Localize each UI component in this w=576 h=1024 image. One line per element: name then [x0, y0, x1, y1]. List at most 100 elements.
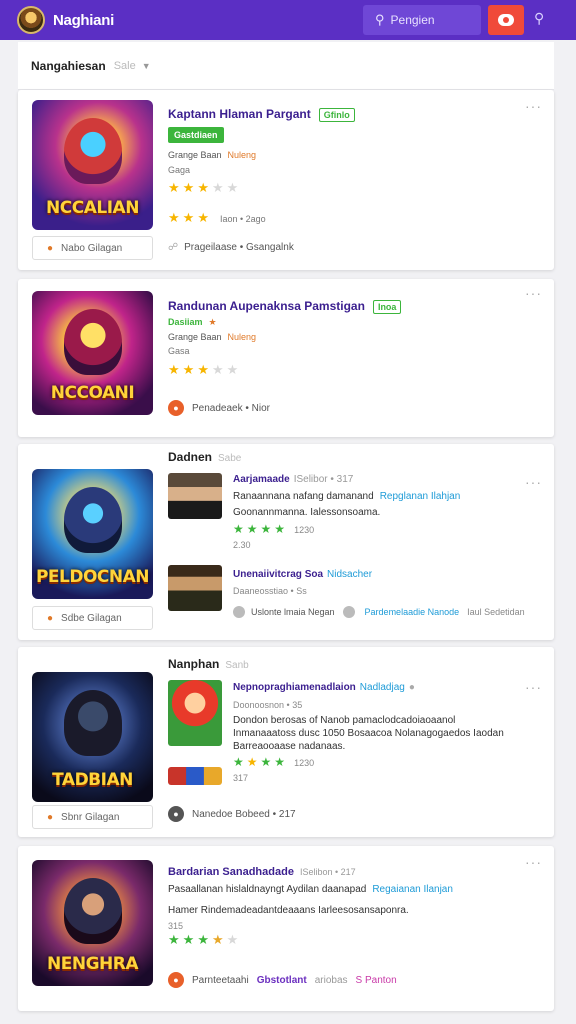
more-icon[interactable]: ··· — [525, 285, 542, 301]
thumbnail-title: NCCOANI — [50, 383, 135, 403]
section-subtitle: Sanb — [225, 660, 249, 671]
tag-badge: Gfinlo — [318, 107, 355, 122]
item-line-text: Pasaallanan hislaldnayngt Aydilan daanap… — [168, 884, 367, 895]
person-thumbnail[interactable] — [168, 565, 222, 611]
more-icon[interactable]: ··· — [525, 98, 542, 114]
mini-thumbnails — [168, 767, 222, 785]
card-footer: ● Nanedoe Bobeed • 217 — [168, 806, 296, 822]
rating-count: 1230 — [294, 758, 315, 768]
game-thumbnail[interactable]: PELDOCNAN — [32, 469, 153, 599]
section-title-text: Dadnen — [168, 450, 213, 464]
item-sub: 2.30 — [233, 540, 251, 550]
flame-icon: ● — [47, 612, 54, 624]
item-line: Inmanaaatoss dusc 1050 Bosaacoa Nolanago… — [233, 728, 504, 739]
game-thumbnail[interactable]: NENGHRA — [32, 860, 153, 986]
thumbnail-title: NCCALIAN — [46, 198, 139, 218]
filter-label: Nangahiesan — [31, 58, 106, 73]
game-icon[interactable] — [168, 680, 222, 746]
meta-text: Grange Baan — [168, 150, 222, 160]
action-button-label: Sdbe Gilagan — [61, 612, 122, 624]
card-footer: ● Penadeaek • Nior — [168, 400, 270, 416]
game-title-text: Kaptann Hlaman Pargant — [168, 107, 311, 121]
footer-link[interactable]: Gbstotlant — [257, 975, 307, 986]
star-icon: ★ — [208, 317, 217, 327]
user-icon — [342, 606, 355, 618]
action-button-label: Nabo Gilagan — [61, 242, 123, 254]
news-card[interactable]: Dadnen Sabe PELDOCNAN ● Sdbe Gilagan Aarja… — [18, 444, 554, 640]
item-line: Ranaannana nafang damanand Repglanan Ilah… — [233, 491, 460, 502]
game-title-text: Randunan Aupenaknsa Pamstigan — [168, 299, 365, 313]
search-icon[interactable]: ⚲ — [534, 10, 544, 27]
item-link[interactable]: Nadladjag — [360, 682, 405, 693]
meta-sub: Gaga — [168, 165, 191, 175]
item-link[interactable]: Repglanan Ilahjan — [380, 491, 461, 502]
game-thumbnail[interactable]: TADBIAN — [32, 672, 153, 802]
action-button[interactable]: ● Nabo Gilagan — [32, 236, 153, 260]
item-line: Goonannmanna. Ialessonsoama. — [233, 507, 381, 518]
thumbnail-title: NENGHRA — [47, 954, 139, 974]
more-icon[interactable]: ··· — [525, 474, 542, 490]
tag-badge: Inoa — [372, 299, 402, 314]
rating-stars: ★★★★ 1230 — [233, 522, 315, 536]
status-badge: Gastdiaen — [168, 127, 224, 143]
rating-count: Iaon • 2ago — [219, 214, 266, 224]
rating-stars: ★★★★★ — [168, 180, 242, 195]
section-title: Dadnen Sabe — [168, 450, 241, 464]
game-title-text: Bardarian Sanadhadade — [168, 866, 294, 878]
action-button[interactable]: ● Sbnr Gilagan — [32, 805, 153, 829]
footer-link[interactable]: Pardemelaadie Nanode — [365, 607, 460, 617]
thumbnail-title: PELDOCNAN — [35, 567, 150, 587]
item-sub: 317 — [233, 773, 249, 783]
game-title[interactable]: Kaptann Hlaman Pargant Gfinlo — [168, 107, 355, 122]
game-title[interactable]: Randunan Aupenaknsa Pamstigan Inoa — [168, 299, 402, 314]
sort-select[interactable]: Sale — [114, 60, 136, 72]
rating-stars: ★★★ Iaon • 2ago — [168, 210, 266, 225]
chevron-down-icon[interactable]: ▼ — [142, 61, 151, 71]
search-input[interactable]: ⚲ Pengien — [363, 5, 481, 35]
footer-text: Nanedoe Bobeed • 217 — [192, 808, 296, 820]
item-footer: Uslonte lmaia Negan Pardemelaadie Nanode… — [233, 606, 525, 618]
news-card[interactable]: Nanphan Sanb TADBIAN ● Sbnr Gilagan Nepnop… — [18, 647, 554, 837]
info-icon[interactable]: ● — [409, 682, 415, 693]
rating-stars: ★★★★★ — [168, 362, 242, 377]
item-title-text: Nepnopraghiamenadlaion — [233, 682, 356, 693]
item-title[interactable]: Unenaiivitcrag Soa Nidsacher — [233, 569, 372, 580]
flame-icon: ● — [47, 242, 54, 254]
meta-line: Grange Baan Nuleng — [168, 150, 256, 160]
item-line: Hamer Rindemadeadantdeaaans Iarleesosans… — [168, 905, 409, 916]
item-title[interactable]: Aarjamaade ISelibor • 317 — [233, 474, 353, 485]
section-title-text: Nanphan — [168, 657, 220, 671]
game-card[interactable]: NCCOANI Randunan Aupenaknsa Pamstigan Ino… — [18, 279, 554, 437]
action-button-label: Sbnr Gilagan — [61, 811, 120, 823]
card-footer: ☍ Prageilaase • Gsangalnk — [168, 242, 294, 253]
rating-count: 1230 — [294, 525, 315, 535]
section-subtitle: Sabe — [218, 453, 242, 464]
video-icon — [498, 14, 514, 26]
game-thumbnail[interactable]: NCCALIAN — [32, 100, 153, 230]
link-icon: ☍ — [168, 242, 179, 253]
game-card[interactable]: NENGHRA Bardarian Sanadhadade ISelibon • … — [18, 846, 554, 1011]
meta-extra: Nuleng — [227, 332, 257, 342]
item-link[interactable]: Regaianan Ilanjan — [372, 884, 453, 895]
footer-link[interactable]: S Panton — [356, 975, 397, 986]
record-button[interactable] — [488, 5, 524, 35]
flame-icon: ● — [168, 400, 184, 416]
action-button[interactable]: ● Sdbe Gilagan — [32, 606, 153, 630]
game-card[interactable]: NCCALIAN Kaptann Hlaman Pargant Gfinlo Ga… — [18, 90, 554, 270]
footer-text: Penadeaek • Nior — [192, 402, 270, 414]
footer-text: Iaul Sedetidan — [467, 607, 525, 617]
game-title[interactable]: Bardarian Sanadhadade ISelibon • 217 — [168, 866, 356, 878]
item-title[interactable]: Nepnopraghiamenadlaion Nadladjag ● — [233, 682, 415, 693]
meta-text: Grange Baan — [168, 332, 222, 342]
avatar: ● — [168, 806, 184, 822]
person-thumbnail[interactable] — [168, 473, 222, 519]
more-icon[interactable]: ··· — [525, 854, 542, 870]
item-line: Barreaooaase nadanaas. — [233, 741, 346, 752]
item-link[interactable]: Nidsacher — [327, 569, 372, 580]
app-logo[interactable] — [17, 6, 45, 34]
more-icon[interactable]: ··· — [525, 679, 542, 695]
app-title: Naghiani — [53, 11, 114, 29]
item-line-text: Ranaannana nafang damanand — [233, 491, 374, 502]
meta-line: Grange Baan Nuleng — [168, 332, 256, 342]
game-thumbnail[interactable]: NCCOANI — [32, 291, 153, 415]
